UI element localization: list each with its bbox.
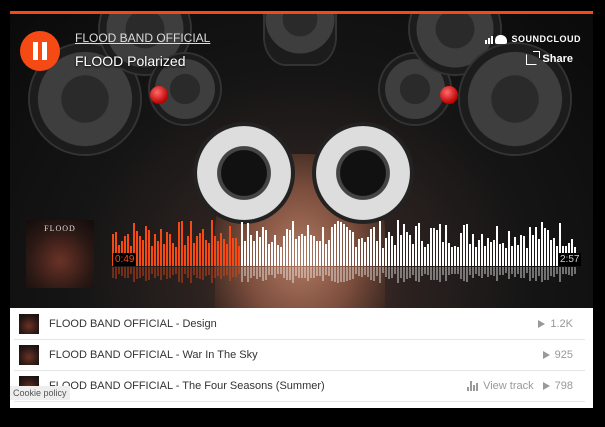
pause-button[interactable] [20, 31, 60, 71]
track-duration: 2:57 [558, 253, 582, 266]
view-track-label: View track [483, 380, 534, 392]
tracklist-item-title: FLOOD BAND OFFICIAL - The Four Seasons (… [49, 380, 325, 392]
tracklist: FLOOD BAND OFFICIAL - Design 1.2K FLOOD … [10, 308, 593, 408]
artwork-thumbnail: FLOOD [26, 220, 94, 288]
waveform-scrubber[interactable] [112, 216, 578, 284]
tracklist-item-thumbnail [19, 345, 39, 365]
tracklist-item[interactable]: FLOOD BAND OFFICIAL - The Four Seasons (… [14, 371, 585, 402]
tracklist-item[interactable]: FLOOD BAND OFFICIAL - War In The Sky 925 [14, 340, 585, 371]
tracklist-item[interactable]: FLOOD BAND OFFICIAL - Design 1.2K [14, 309, 585, 340]
tracklist-item-plays: 798 [554, 380, 573, 392]
track-title[interactable]: FLOOD Polarized [75, 53, 185, 69]
share-icon [526, 50, 541, 65]
cookie-policy-link[interactable]: Cookie policy [10, 386, 70, 400]
soundcloud-logo[interactable]: SOUNDCLOUD [484, 32, 582, 46]
waveform-icon [467, 381, 479, 391]
artist-link[interactable]: FLOOD BAND OFFICIAL [75, 31, 210, 45]
soundcloud-logo-icon [484, 34, 507, 44]
tracklist-item-plays: 925 [554, 349, 573, 361]
play-count-icon [538, 320, 546, 328]
soundcloud-brand-text: SOUNDCLOUD [511, 34, 581, 44]
soundcloud-widget: FLOOD BAND OFFICIAL FLOOD Polarized SOUN… [10, 11, 593, 408]
tracklist-item-title: FLOOD BAND OFFICIAL - Design [49, 318, 217, 330]
artwork-thumbnail-label: FLOOD [44, 224, 76, 233]
share-button[interactable]: Share [526, 50, 573, 65]
current-time: 0:49 [113, 253, 137, 266]
view-track-link[interactable]: View track [467, 380, 534, 392]
tracklist-item-thumbnail [19, 314, 39, 334]
tracklist-item-title: FLOOD BAND OFFICIAL - War In The Sky [49, 349, 258, 361]
share-label: Share [542, 53, 573, 65]
play-count-icon [542, 351, 550, 359]
play-count-icon [542, 382, 550, 390]
tracklist-item-plays: 1.2K [550, 318, 573, 330]
